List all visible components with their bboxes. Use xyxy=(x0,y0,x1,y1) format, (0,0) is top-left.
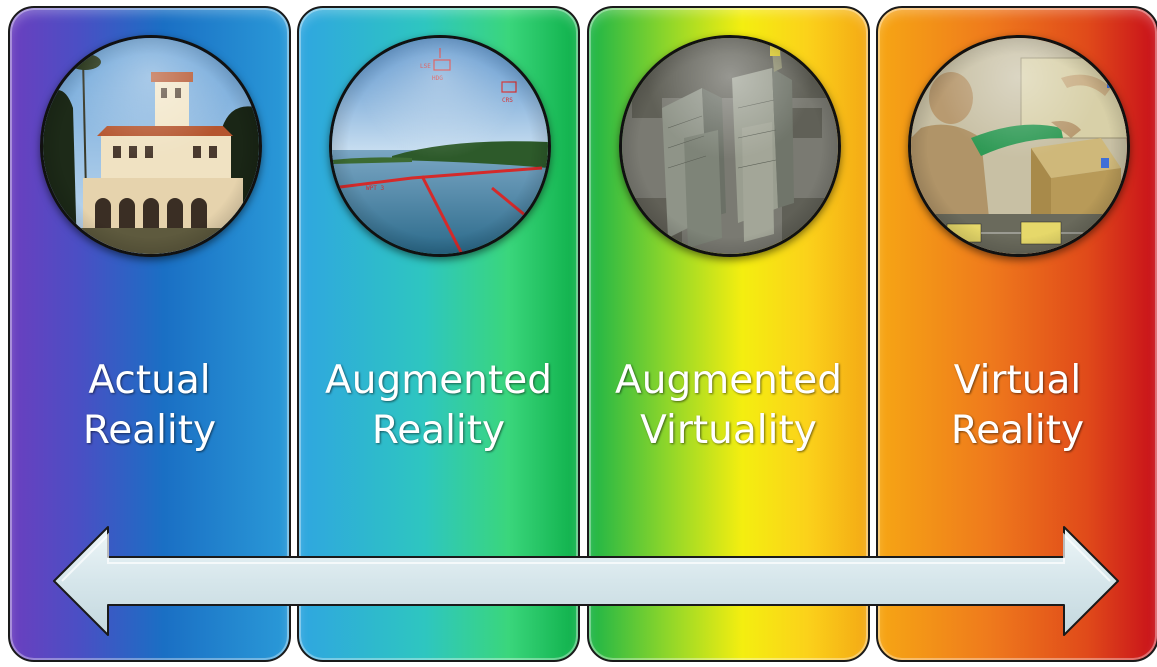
label-line-1: Augmented xyxy=(615,358,842,403)
reality-virtuality-continuum: Actual Reality LSE HDG CRS WPT 3 Augment… xyxy=(0,0,1157,667)
double-arrow-icon xyxy=(53,526,1119,636)
virtual-arm-render-icon xyxy=(911,38,1127,254)
building-photo-icon xyxy=(43,38,259,254)
virtual-arm-render-image xyxy=(908,35,1130,257)
panel-label: Augmented Virtuality xyxy=(589,356,868,456)
label-line-2: Virtuality xyxy=(640,408,817,453)
svg-text:LSE: LSE xyxy=(420,63,431,70)
label-line-1: Augmented xyxy=(325,358,552,403)
city-render-image xyxy=(619,35,841,257)
label-line-1: Virtual xyxy=(953,358,1082,403)
sea-hud-photo-image: LSE HDG CRS WPT 3 xyxy=(329,35,551,257)
svg-text:CRS: CRS xyxy=(502,97,513,104)
label-line-2: Reality xyxy=(371,408,506,453)
city-render-icon xyxy=(622,38,838,254)
svg-text:WPT 3: WPT 3 xyxy=(366,185,384,192)
label-line-1: Actual xyxy=(88,358,211,403)
panel-label: Actual Reality xyxy=(10,356,289,456)
svg-text:HDG: HDG xyxy=(432,75,443,82)
panel-label: Augmented Reality xyxy=(299,356,578,456)
building-photo-image xyxy=(40,35,262,257)
panel-label: Virtual Reality xyxy=(878,356,1157,456)
label-line-2: Reality xyxy=(950,408,1085,453)
sea-hud-photo-icon: LSE HDG CRS WPT 3 xyxy=(332,38,548,254)
label-line-2: Reality xyxy=(82,408,217,453)
